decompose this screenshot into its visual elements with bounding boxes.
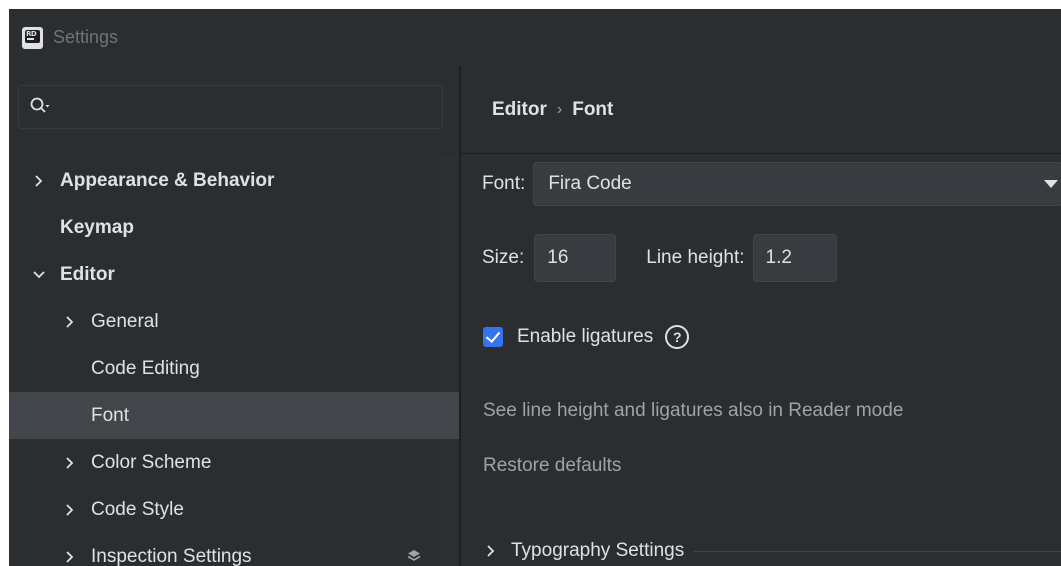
- sidebar-item-editor[interactable]: Editor: [9, 251, 449, 298]
- sidebar-item-label: Appearance & Behavior: [60, 169, 275, 191]
- enable-ligatures-label[interactable]: Enable ligatures: [517, 326, 653, 348]
- title-bar: RD Settings: [9, 9, 1061, 66]
- reader-mode-link[interactable]: See line height and ligatures also in Re…: [483, 400, 903, 422]
- chevron-right-icon: [62, 549, 78, 565]
- sidebar-item-label: Color Scheme: [91, 451, 212, 473]
- typography-settings-section[interactable]: Typography Settings: [483, 536, 1061, 566]
- sidebar-item-keymap[interactable]: Keymap: [9, 204, 449, 251]
- search-icon: [30, 97, 52, 117]
- enable-ligatures-checkbox[interactable]: [483, 327, 503, 347]
- font-select-value: Fira Code: [548, 173, 632, 194]
- size-value: 16: [547, 247, 569, 268]
- restore-defaults-link[interactable]: Restore defaults: [483, 455, 621, 477]
- layers-icon: [407, 549, 421, 563]
- sidebar-item-label: Editor: [60, 263, 115, 285]
- settings-sidebar: Appearance & Behavior Keymap Editor Gene…: [9, 66, 459, 566]
- sidebar-item-inspection-settings[interactable]: Inspection Settings: [9, 533, 449, 566]
- chevron-right-icon: [62, 314, 78, 330]
- size-input[interactable]: 16: [534, 234, 617, 282]
- help-icon[interactable]: ?: [665, 325, 690, 349]
- breadcrumb-editor[interactable]: Editor: [492, 99, 547, 121]
- chevron-right-icon: [62, 502, 78, 518]
- size-label: Size:: [482, 247, 525, 268]
- sidebar-item-font[interactable]: Font: [9, 392, 459, 439]
- chevron-down-icon: [31, 267, 47, 283]
- font-label: Font:: [482, 173, 526, 194]
- line-height-value: 1.2: [765, 247, 792, 268]
- dropdown-arrow-icon: [1044, 180, 1059, 188]
- sidebar-item-label: Code Editing: [91, 357, 200, 379]
- font-select[interactable]: Fira Code: [533, 162, 1061, 206]
- breadcrumb-separator: ›: [556, 100, 563, 118]
- section-divider: [694, 550, 1061, 552]
- size-row: Size: 16 Line height: 1.2: [482, 234, 837, 282]
- sidebar-item-label: Inspection Settings: [91, 545, 252, 566]
- settings-window: RD Settings Appearance & Behavior Keymap…: [9, 9, 1061, 566]
- sidebar-item-color-scheme[interactable]: Color Scheme: [9, 439, 449, 486]
- sidebar-item-label: General: [91, 310, 159, 332]
- breadcrumb-font: Font: [572, 98, 614, 120]
- chevron-right-icon: [483, 543, 499, 559]
- breadcrumb: Editor › Font: [461, 66, 1061, 154]
- sidebar-item-label: Keymap: [60, 216, 134, 238]
- typography-settings-label: Typography Settings: [511, 540, 685, 561]
- sidebar-item-label: Font: [91, 404, 130, 426]
- font-row: Font: Fira Code: [482, 162, 1061, 206]
- ligatures-row: Enable ligatures ?: [483, 320, 690, 354]
- chevron-right-icon: [31, 173, 47, 189]
- sidebar-item-appearance-behavior[interactable]: Appearance & Behavior: [9, 157, 449, 204]
- rider-logo-icon: RD: [22, 26, 43, 49]
- window-title: Settings: [53, 27, 119, 47]
- chevron-right-icon: [62, 455, 78, 471]
- sidebar-item-code-style[interactable]: Code Style: [9, 486, 449, 533]
- line-height-input[interactable]: 1.2: [752, 234, 837, 282]
- line-height-label: Line height:: [646, 247, 745, 268]
- sidebar-item-code-editing[interactable]: Code Editing: [9, 345, 449, 392]
- search-input[interactable]: [18, 85, 443, 129]
- font-settings-panel: Editor › Font Font: Fira Code Size: 16 L…: [461, 66, 1061, 566]
- sidebar-item-label: Code Style: [91, 498, 184, 520]
- sidebar-item-general[interactable]: General: [9, 298, 449, 345]
